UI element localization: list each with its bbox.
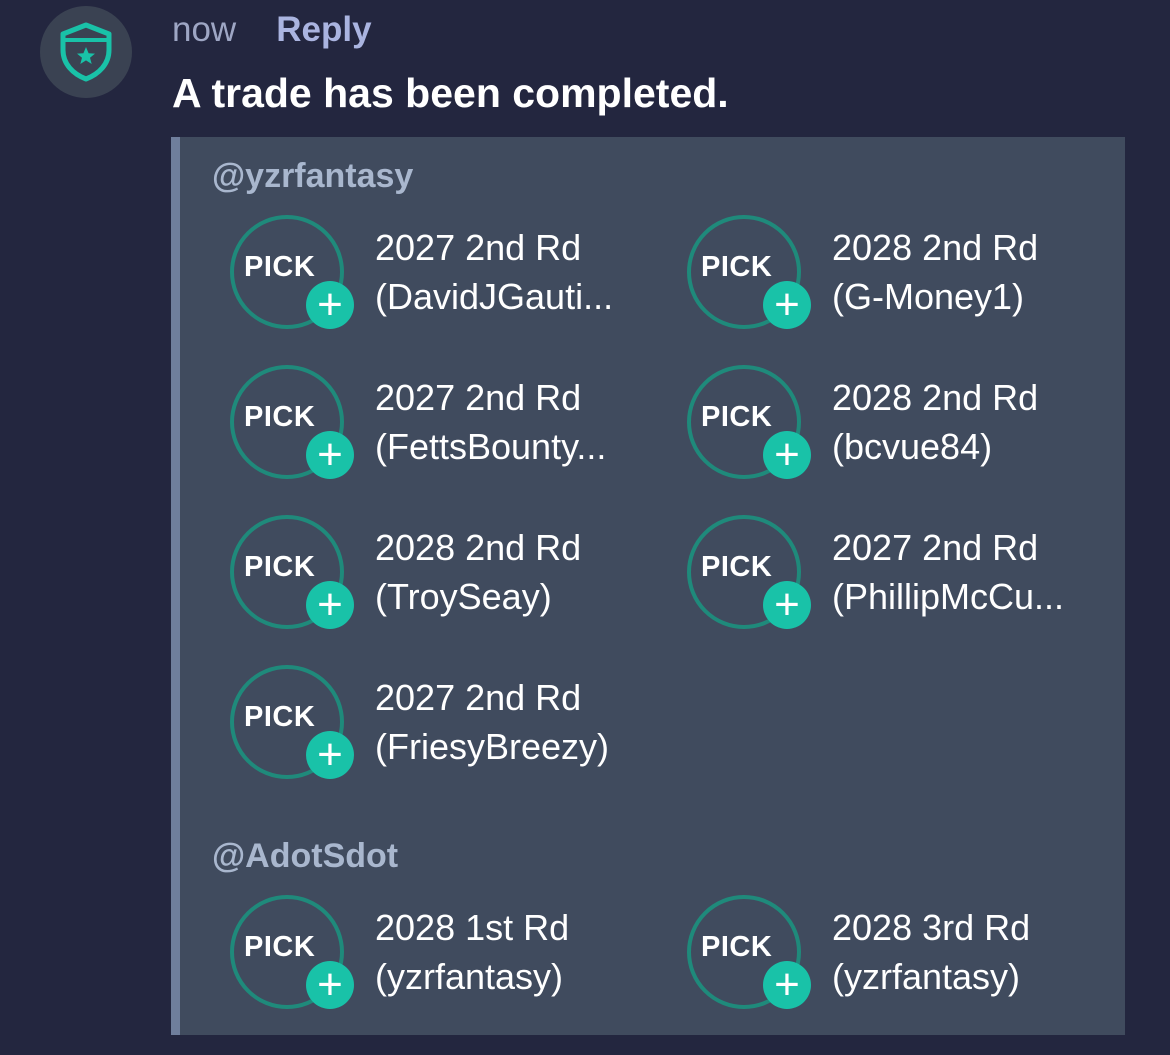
pick-item[interactable]: PICK + 2028 1st Rd (yzrfantasy) <box>230 895 660 1015</box>
message-text: A trade has been completed. <box>172 70 729 116</box>
pick-badge: PICK <box>701 551 773 583</box>
pick-round: 2028 3rd Rd <box>832 907 1031 948</box>
pick-origin: (G-Money1) <box>832 276 1025 317</box>
pick-badge: PICK <box>244 551 316 583</box>
pick-round: 2028 1st Rd <box>375 907 570 948</box>
pick-round: 2028 2nd Rd <box>832 377 1039 418</box>
pick-origin: (DavidJGauti... <box>375 276 614 317</box>
pick-item[interactable]: PICK + 2027 2nd Rd (PhillipMcCu... <box>687 515 1117 635</box>
pick-item[interactable]: PICK + 2028 3rd Rd (yzrfantasy) <box>687 895 1117 1015</box>
pick-round: 2027 2nd Rd <box>375 377 582 418</box>
pick-item[interactable]: PICK + 2027 2nd Rd (FriesyBreezy) <box>230 665 660 785</box>
pick-label: 2028 2nd Rd (bcvue84) <box>832 373 1038 471</box>
pick-origin: (yzrfantasy) <box>375 956 564 997</box>
pick-badge: PICK <box>244 701 316 733</box>
plus-icon: + <box>763 961 811 1009</box>
pick-origin: (yzrfantasy) <box>832 956 1021 997</box>
pick-label: 2028 2nd Rd (TroySeay) <box>375 523 581 621</box>
plus-icon: + <box>763 581 811 629</box>
plus-icon: + <box>763 281 811 329</box>
plus-icon: + <box>763 431 811 479</box>
pick-badge: PICK <box>244 251 316 283</box>
pick-label: 2028 3rd Rd (yzrfantasy) <box>832 903 1030 1001</box>
pick-label: 2027 2nd Rd (PhillipMcCu... <box>832 523 1064 621</box>
pick-item[interactable]: PICK + 2027 2nd Rd (FettsBounty... <box>230 365 660 485</box>
pick-label: 2028 1st Rd (yzrfantasy) <box>375 903 569 1001</box>
pick-badge: PICK <box>701 401 773 433</box>
pick-label: 2027 2nd Rd (DavidJGauti... <box>375 223 613 321</box>
reply-button[interactable]: Reply <box>276 10 371 50</box>
plus-icon: + <box>306 731 354 779</box>
avatar[interactable] <box>40 6 132 98</box>
pick-item[interactable]: PICK + 2028 2nd Rd (bcvue84) <box>687 365 1117 485</box>
pick-item[interactable]: PICK + 2027 2nd Rd (DavidJGauti... <box>230 215 660 335</box>
pick-label: 2028 2nd Rd (G-Money1) <box>832 223 1038 321</box>
pick-item[interactable]: PICK + 2028 2nd Rd (TroySeay) <box>230 515 660 635</box>
plus-icon: + <box>306 281 354 329</box>
plus-icon: + <box>306 961 354 1009</box>
owner-mention[interactable]: @AdotSdot <box>212 837 398 876</box>
pick-round: 2028 2nd Rd <box>832 227 1039 268</box>
pick-badge: PICK <box>701 251 773 283</box>
trade-message: now Reply A trade has been completed. @y… <box>0 0 1170 1055</box>
pick-badge: PICK <box>701 931 773 963</box>
message-meta: now Reply <box>172 8 372 52</box>
pick-badge: PICK <box>244 401 316 433</box>
pick-round: 2027 2nd Rd <box>375 677 582 718</box>
pick-round: 2027 2nd Rd <box>832 527 1039 568</box>
pick-origin: (FriesyBreezy) <box>375 726 610 767</box>
pick-item[interactable]: PICK + 2028 2nd Rd (G-Money1) <box>687 215 1117 335</box>
pick-origin: (FettsBounty... <box>375 426 607 467</box>
owner-mention[interactable]: @yzrfantasy <box>212 157 413 196</box>
pick-origin: (bcvue84) <box>832 426 993 467</box>
pick-round: 2028 2nd Rd <box>375 527 582 568</box>
pick-origin: (TroySeay) <box>375 576 552 617</box>
pick-origin: (PhillipMcCu... <box>832 576 1065 617</box>
pick-round: 2027 2nd Rd <box>375 227 582 268</box>
timestamp: now <box>172 10 237 49</box>
plus-icon: + <box>306 431 354 479</box>
plus-icon: + <box>306 581 354 629</box>
pick-badge: PICK <box>244 931 316 963</box>
pick-label: 2027 2nd Rd (FriesyBreezy) <box>375 673 609 771</box>
trade-embed: @yzrfantasy PICK + 2027 2nd Rd (DavidJGa… <box>171 137 1125 1035</box>
shield-star-icon <box>60 22 112 82</box>
pick-label: 2027 2nd Rd (FettsBounty... <box>375 373 606 471</box>
